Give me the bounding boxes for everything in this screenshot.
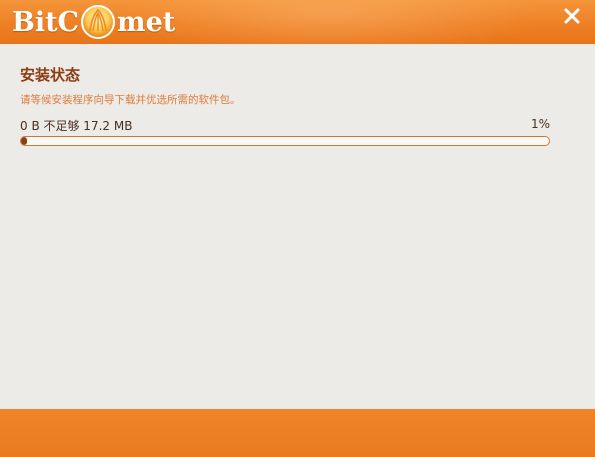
- progress-status-text: 0 B 不足够 17.2 MB: [20, 119, 133, 133]
- comet-orb-icon: [81, 5, 116, 39]
- progress-bar: [20, 136, 550, 146]
- progress-bar-fill: [21, 137, 27, 145]
- install-status-panel: 安装状态 请等候安装程序向导下载并优选所需的软件包。 0 B 不足够 17.2 …: [20, 64, 555, 146]
- close-icon[interactable]: [563, 7, 581, 25]
- installer-window: BitC met 安装状态 请等候安装程序向导下载并优选所需的软件包。 0 B …: [0, 0, 595, 457]
- bitcomet-logo: BitC met: [12, 3, 175, 41]
- progress-labels: 0 B 不足够 17.2 MB 1%: [20, 117, 550, 134]
- title-bar[interactable]: BitC met: [0, 0, 595, 44]
- progress-percent-text: 1%: [530, 117, 550, 131]
- footer-bar: [0, 409, 595, 457]
- title-bar-swoosh: [120, 0, 540, 44]
- install-status-description: 请等候安装程序向导下载并优选所需的软件包。: [20, 94, 241, 106]
- logo-text-prefix: BitC: [12, 6, 80, 38]
- install-status-heading: 安装状态: [20, 66, 81, 84]
- logo-text-suffix: met: [117, 6, 176, 38]
